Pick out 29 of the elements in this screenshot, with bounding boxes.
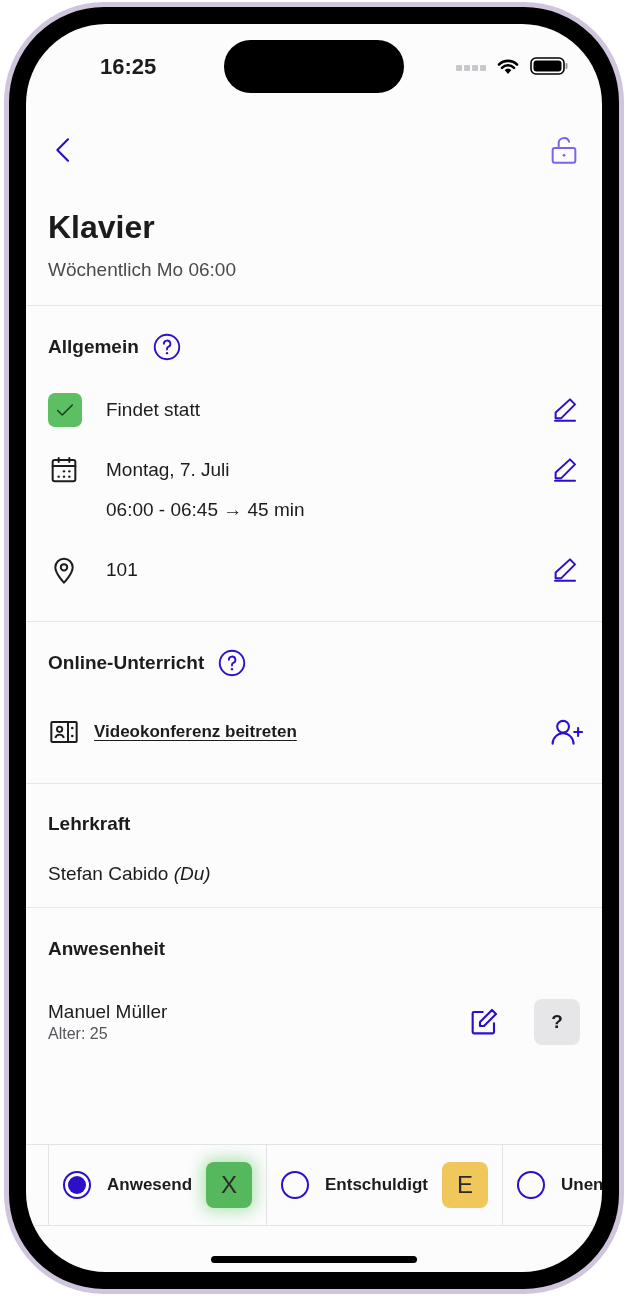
radio-button[interactable] [517, 1171, 545, 1199]
page-title: Klavier [48, 208, 156, 247]
attendance-option[interactable]: Entschuldigt E [266, 1145, 502, 1225]
attendance-status-button[interactable]: ? [534, 999, 580, 1045]
detail-text: Montag, 7. Juli [106, 458, 231, 482]
student-name: Manuel Müller [48, 1000, 169, 1024]
signal-icon [456, 65, 486, 71]
video-conference-link[interactable]: Videokonferenz beitreten [94, 719, 297, 745]
attendance-code-badge: E [442, 1162, 488, 1208]
detail-text: 06:00 - 06:45 → 45 min [106, 498, 306, 522]
radio-button[interactable] [281, 1171, 310, 1199]
student-age: Alter: 25 [48, 1024, 109, 1044]
wifi-icon [496, 57, 520, 75]
page-subtitle: Wöchentlich Mo 06:00 [48, 258, 237, 282]
detail-text: 101 [106, 558, 139, 582]
section-heading: Online-Unterricht [48, 650, 205, 675]
status-time: 16:25 [100, 52, 158, 81]
section-heading: Lehrkraft [48, 811, 131, 836]
section-heading: Anwesenheit [48, 936, 166, 961]
status-checkbox[interactable] [48, 393, 82, 427]
radio-button[interactable] [63, 1171, 91, 1199]
detail-text: Findet statt [106, 398, 201, 422]
battery-icon [530, 57, 568, 75]
attendance-option[interactable]: Unen [502, 1145, 602, 1225]
attendance-code-badge: X [206, 1162, 253, 1208]
help-icon[interactable] [218, 649, 247, 677]
section-heading: Allgemein [48, 334, 139, 359]
help-icon[interactable] [152, 333, 181, 361]
teacher-name: Stefan Cabido (Du) [48, 862, 212, 886]
